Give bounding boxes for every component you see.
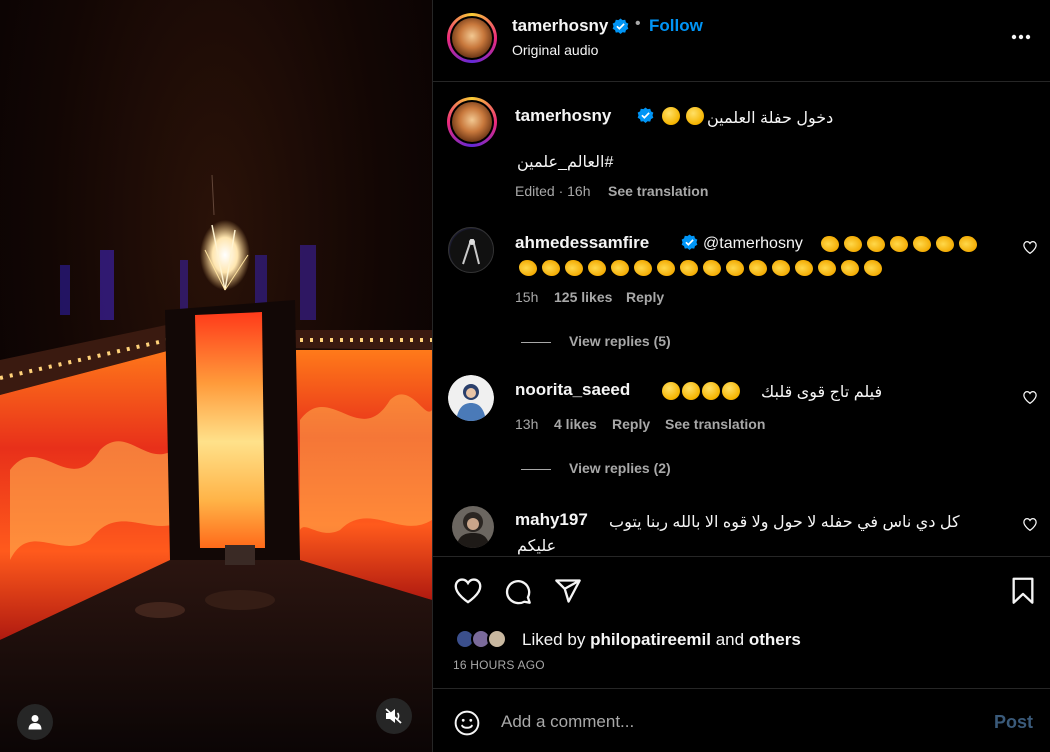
emoji-icon bbox=[686, 107, 705, 125]
comment-likes[interactable]: 4 likes bbox=[554, 416, 597, 432]
liked-by-summary: Liked by philopatireemil and others bbox=[522, 630, 801, 650]
comment-avatar[interactable] bbox=[448, 375, 494, 421]
share-button[interactable] bbox=[553, 577, 583, 605]
clap-emojis bbox=[819, 236, 980, 254]
caption-avatar[interactable] bbox=[447, 97, 497, 147]
save-button[interactable] bbox=[1009, 577, 1037, 605]
comment-composer: Post bbox=[433, 688, 1050, 752]
author-avatar[interactable] bbox=[447, 13, 497, 63]
follow-button[interactable]: Follow bbox=[649, 16, 703, 36]
view-replies-label: View replies (5) bbox=[569, 333, 671, 349]
post-header: tamerhosny • Follow Original audio bbox=[433, 0, 1050, 82]
reply-button[interactable]: Reply bbox=[612, 416, 650, 432]
post-timestamp[interactable]: 16 HOURS AGO bbox=[453, 658, 545, 672]
audio-link[interactable]: Original audio bbox=[512, 42, 598, 58]
heart-icon[interactable] bbox=[1023, 391, 1037, 404]
avatar bbox=[487, 629, 507, 649]
see-translation-button[interactable]: See translation bbox=[665, 416, 765, 432]
comment-avatar[interactable] bbox=[452, 506, 494, 548]
comments-list[interactable]: tamerhosny دخول حفلة العلمين #العالم_علم… bbox=[433, 82, 1050, 556]
view-replies-label: View replies (2) bbox=[569, 460, 671, 476]
header-separator: • bbox=[635, 15, 641, 32]
caption-text: دخول حفلة العلمين bbox=[707, 110, 834, 127]
comment-mention[interactable]: @tamerhosny bbox=[703, 235, 803, 253]
comment-username[interactable]: mahy197 bbox=[515, 510, 588, 530]
emoji-icon bbox=[454, 710, 480, 736]
user-tag-icon bbox=[28, 715, 42, 730]
heart-icon[interactable] bbox=[1023, 241, 1037, 254]
emoji-picker-button[interactable] bbox=[453, 709, 481, 737]
comment-time[interactable]: 13h bbox=[515, 416, 538, 432]
clap-emojis-row2 bbox=[517, 260, 885, 278]
view-replies-button[interactable]: View replies (5) bbox=[521, 333, 671, 349]
comment-username[interactable]: ahmedessamfire bbox=[515, 233, 649, 253]
caption-see-translation[interactable]: See translation bbox=[608, 183, 708, 199]
post-video[interactable] bbox=[0, 0, 432, 752]
bookmark-icon bbox=[1012, 577, 1034, 604]
comment-likes[interactable]: 125 likes bbox=[554, 289, 612, 305]
caption-emojis bbox=[661, 107, 705, 127]
laugh-emojis bbox=[661, 382, 741, 402]
liked-by-user[interactable]: philopatireemil bbox=[590, 630, 711, 649]
user-tag-button[interactable] bbox=[17, 704, 53, 740]
post-details-panel: tamerhosny • Follow Original audio tamer… bbox=[432, 0, 1050, 752]
comment-text: كل دي ناس في حفله لا حول ولا قوه الا بال… bbox=[609, 514, 960, 531]
caption-hashtag[interactable]: #العالم_علمين bbox=[517, 152, 613, 172]
caption-edited: Edited · 16h bbox=[515, 183, 591, 199]
heart-icon[interactable] bbox=[1023, 518, 1037, 531]
comment-username[interactable]: noorita_saeed bbox=[515, 380, 630, 400]
verified-icon bbox=[612, 18, 629, 34]
liked-by-prefix: Liked by bbox=[522, 630, 586, 649]
comment-button[interactable] bbox=[503, 577, 533, 605]
caption-username[interactable]: tamerhosny bbox=[515, 106, 611, 126]
like-button[interactable] bbox=[453, 577, 483, 605]
view-replies-button[interactable]: View replies (2) bbox=[521, 460, 671, 476]
more-icon[interactable] bbox=[1011, 34, 1031, 40]
video-frame bbox=[0, 174, 432, 752]
liked-by-and: and bbox=[715, 630, 745, 649]
verified-icon bbox=[681, 234, 698, 250]
mute-icon bbox=[385, 708, 402, 724]
post-comment-button[interactable]: Post bbox=[994, 712, 1033, 733]
comment-avatar[interactable] bbox=[448, 227, 494, 273]
post-actions: Liked by philopatireemil and others 16 H… bbox=[433, 556, 1050, 686]
comment-input[interactable] bbox=[501, 707, 961, 737]
author-username[interactable]: tamerhosny bbox=[512, 16, 608, 36]
comment-text-cont: عليكم bbox=[517, 538, 557, 555]
share-icon bbox=[555, 579, 581, 603]
emoji-icon bbox=[662, 107, 680, 125]
comment-icon bbox=[505, 579, 531, 605]
comment-time[interactable]: 15h bbox=[515, 289, 538, 305]
liked-by-others[interactable]: others bbox=[749, 630, 801, 649]
heart-icon bbox=[454, 578, 482, 604]
mute-button[interactable] bbox=[376, 698, 412, 734]
verified-icon bbox=[637, 107, 654, 123]
comment-text: فيلم تاج قوى قلبك bbox=[761, 384, 883, 401]
reply-button[interactable]: Reply bbox=[626, 289, 664, 305]
